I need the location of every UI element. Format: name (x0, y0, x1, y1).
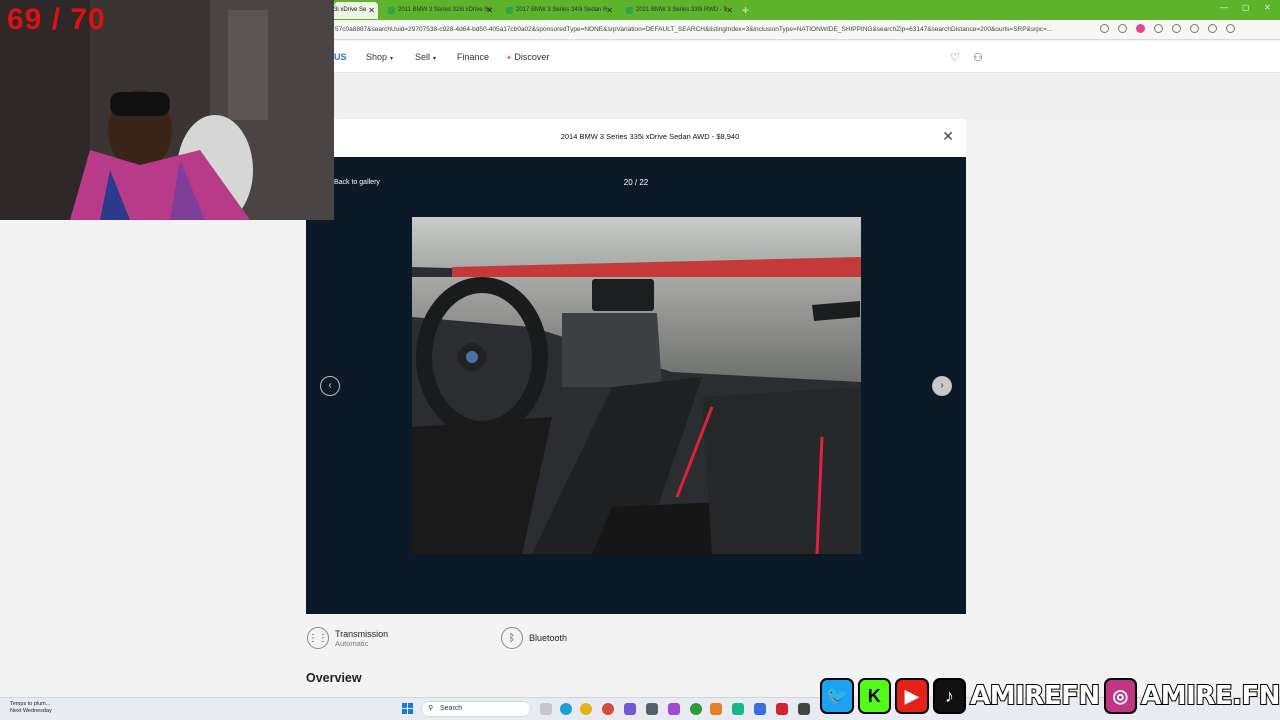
weather-line: Temps to plum... (10, 701, 51, 707)
nav-label: Finance (457, 52, 490, 62)
tab-current[interactable]: 3i xDrive Se ✕ (334, 2, 378, 19)
account-icon[interactable]: ⚇ (973, 51, 983, 64)
close-tab-icon[interactable]: ✕ (368, 2, 375, 19)
app-icon[interactable] (798, 703, 810, 715)
app-icon[interactable] (732, 703, 744, 715)
close-tab-icon[interactable]: ✕ (486, 2, 493, 19)
bluetooth-icon: ᛒ (501, 627, 523, 649)
favicon-icon (626, 7, 633, 14)
close-tab-icon[interactable]: ✕ (606, 2, 613, 19)
youtube-icon: ▶ (895, 678, 929, 714)
favorites-bar-icon[interactable] (1190, 24, 1199, 33)
tab-label: 2021 BMW 3 Series 330i RWD - $ (636, 7, 727, 13)
favicon-icon (506, 7, 513, 14)
chevron-left-icon[interactable]: ‹ (320, 376, 340, 396)
app-icon[interactable] (710, 703, 722, 715)
new-tab-button[interactable]: + (742, 2, 749, 18)
nav-discover[interactable]: ✦ Discover (506, 52, 549, 62)
favorite-icon[interactable] (1118, 24, 1127, 33)
collections-icon[interactable] (1208, 24, 1217, 33)
xbox-icon[interactable] (690, 703, 702, 715)
close-window-icon[interactable]: ✕ (1264, 3, 1271, 12)
app-icon[interactable] (776, 703, 788, 715)
refresh-icon[interactable] (1154, 24, 1163, 33)
app-icon[interactable] (646, 703, 658, 715)
taskbar-search[interactable]: ⚲ Search (421, 701, 531, 717)
tab-label: 2017 BMW 3 Series 340i Sedan R (516, 7, 608, 13)
tab-2011-bmw[interactable]: 2011 BMW 3 Series 328i xDrive Se ✕ (384, 2, 496, 19)
site-logo[interactable]: US (334, 52, 347, 62)
gallery-modal-header: 2014 BMW 3 Series 335i xDrive Sedan AWD … (334, 119, 966, 157)
app-icon[interactable] (624, 703, 636, 715)
stream-counter: 69 / 70 (7, 3, 106, 36)
app-icon[interactable] (602, 703, 614, 715)
tiktok-icon: ♪ (932, 678, 967, 714)
more-icon[interactable] (1226, 24, 1235, 33)
modal-title: 2014 BMW 3 Series 335i xDrive Sedan AWD … (560, 132, 740, 141)
edge-icon[interactable] (560, 703, 572, 715)
chevron-right-icon[interactable]: › (932, 376, 952, 396)
app-icon[interactable] (754, 703, 766, 715)
social-banner: 🐦 K ▶ ♪ AMIREFN ◎ AMIRE.FN (816, 672, 1280, 720)
twitter-icon: 🐦 (820, 678, 854, 714)
gallery-modal-body: Back to gallery 20 / 22 ‹ › (306, 157, 966, 614)
windows-start-icon[interactable] (402, 703, 413, 714)
search-icon: ⚲ (428, 705, 434, 712)
weather-line: Next Wednesday (10, 708, 52, 714)
car-interior-photo (412, 217, 861, 554)
nav-shop[interactable]: Shop ▾ (366, 52, 393, 62)
app-icon[interactable] (668, 703, 680, 715)
spec-bluetooth: ᛒ Bluetooth (501, 627, 567, 649)
heart-icon[interactable]: ♡ (950, 51, 960, 64)
instagram-icon: ◎ (1103, 678, 1138, 714)
social-handle: AMIRE.FN (1140, 680, 1280, 712)
nav-sell[interactable]: Sell ▾ (415, 52, 436, 62)
sparkle-icon: ✦ (506, 55, 512, 62)
chrome-icon[interactable] (580, 703, 592, 715)
split-screen-icon[interactable] (1172, 24, 1181, 33)
spec-transmission: ⋮⋮ Transmission Automatic (307, 627, 388, 649)
social-handle: AMIREFN (969, 680, 1101, 712)
spec-value: Automatic (335, 638, 369, 648)
overview-heading: Overview (306, 671, 362, 685)
nav-label: Discover (514, 52, 550, 62)
tab-2021-bmw[interactable]: 2021 BMW 3 Series 330i RWD - $ ✕ (622, 2, 736, 19)
car-interior-image (412, 217, 861, 554)
weather-widget[interactable]: Temps to plum... Next Wednesday (10, 701, 52, 715)
photo-counter: 20 / 22 (623, 178, 649, 187)
minimize-icon[interactable]: — (1220, 3, 1228, 12)
chevron-down-icon: ▾ (433, 56, 437, 62)
task-view-icon[interactable] (540, 703, 552, 715)
transmission-icon: ⋮⋮ (307, 627, 329, 649)
tab-label: 3i xDrive Se (334, 7, 367, 13)
toolbar-icons (1100, 24, 1235, 33)
nav-label: Sell (415, 52, 431, 62)
extension-icon[interactable] (1136, 24, 1145, 33)
zoom-icon[interactable] (1100, 24, 1109, 33)
close-tab-icon[interactable]: ✕ (726, 2, 733, 19)
favicon-icon (388, 7, 395, 14)
spec-title: Transmission (335, 628, 389, 639)
nav-label: Shop (366, 52, 388, 62)
spec-title: Bluetooth (529, 633, 568, 643)
chevron-down-icon: ▾ (390, 56, 394, 62)
nav-finance[interactable]: Finance (457, 52, 489, 62)
tab-label: 2011 BMW 3 Series 328i xDrive Se (398, 7, 492, 13)
url-field[interactable]: 57c0a8887&searchUuid=29707538-c928-4d64-… (335, 24, 1095, 35)
close-icon[interactable]: ✕ (942, 129, 954, 143)
tab-2017-bmw[interactable]: 2017 BMW 3 Series 340i Sedan R ✕ (502, 2, 616, 19)
maximize-icon[interactable]: ▢ (1242, 3, 1250, 12)
streamer-webcam: 69 / 70 (0, 0, 334, 220)
search-label: Search (440, 705, 463, 712)
kick-icon: K (857, 678, 892, 714)
